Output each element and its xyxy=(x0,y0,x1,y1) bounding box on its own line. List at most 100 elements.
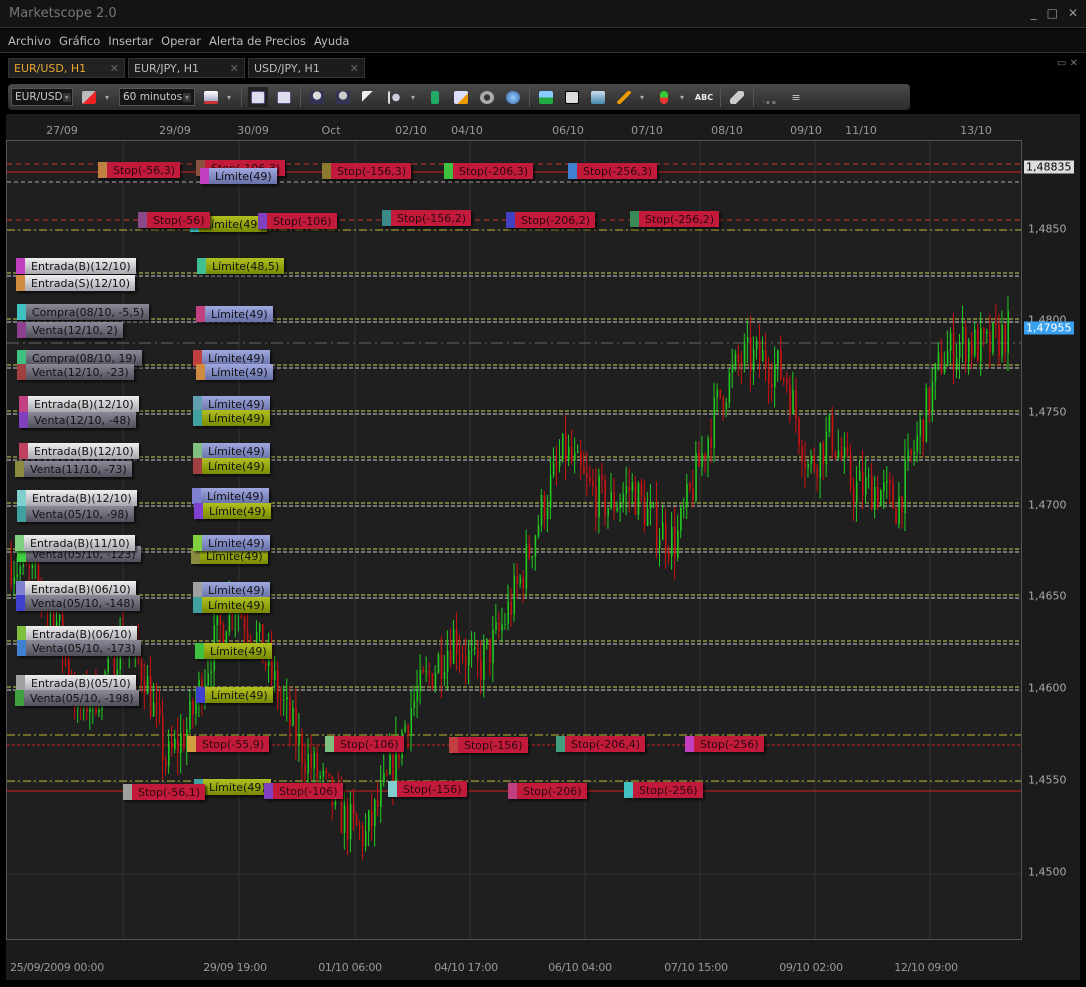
zoom-range-icon[interactable] xyxy=(385,87,405,107)
link-icon[interactable] xyxy=(79,87,99,107)
order-label-pos[interactable]: Venta(05/10, -98) xyxy=(17,506,134,522)
order-label-limb[interactable]: Límite(49) xyxy=(193,582,270,598)
order-label-limb[interactable]: Límite(49) xyxy=(192,488,269,504)
order-label-stop[interactable]: Stop(-156) xyxy=(449,737,528,753)
order-label-ent[interactable]: Entrada(B)(12/10) xyxy=(19,396,139,412)
order-label-ent[interactable]: Entrada(B)(05/10) xyxy=(16,675,136,691)
ask-icon[interactable] xyxy=(274,87,294,107)
add-indicator-icon[interactable] xyxy=(536,87,556,107)
autoscale-icon[interactable] xyxy=(425,87,445,107)
zoom-in-icon[interactable] xyxy=(307,87,327,107)
order-label-ent[interactable]: Entrada(S)(12/10) xyxy=(16,275,136,291)
bid-icon[interactable] xyxy=(248,87,268,107)
order-label-stop[interactable]: Stop(-206) xyxy=(508,783,587,799)
close-tab-icon[interactable]: ✕ xyxy=(350,62,359,75)
chevron-down-icon[interactable]: ▾ xyxy=(227,93,235,102)
zoom-out-icon[interactable] xyxy=(333,87,353,107)
chevron-down-icon[interactable]: ▾ xyxy=(105,93,113,102)
chevron-down-icon[interactable]: ▾ xyxy=(640,93,648,102)
tab-eurjpy[interactable]: EUR/JPY, H1 ✕ xyxy=(128,58,245,78)
hierarchy-icon[interactable] xyxy=(760,87,780,107)
chart-type-icon[interactable] xyxy=(201,87,221,107)
order-label-text: Stop(-156) xyxy=(403,782,462,796)
menu-archivo[interactable]: Archivo xyxy=(8,34,51,48)
order-label-ent[interactable]: Entrada(B)(12/10) xyxy=(17,490,137,506)
menu-grafico[interactable]: Gráfico xyxy=(59,34,100,48)
menu-insertar[interactable]: Insertar xyxy=(108,34,153,48)
timeframe-select[interactable]: 60 minutos ▾ xyxy=(119,88,195,106)
order-label-limg[interactable]: Límite(49) xyxy=(194,503,271,519)
order-label-ent[interactable]: Entrada(B)(12/10) xyxy=(16,258,136,274)
maximize-button[interactable]: □ xyxy=(1047,6,1058,20)
order-label-stop[interactable]: Stop(-206,4) xyxy=(556,736,646,752)
order-label-stop[interactable]: Stop(-156,3) xyxy=(322,163,412,179)
cursor-icon[interactable] xyxy=(359,87,379,107)
order-label-stop[interactable]: Stop(-256,2) xyxy=(630,211,720,227)
order-label-limb[interactable]: Límite(49) xyxy=(193,535,270,551)
menu-alerta-precios[interactable]: Alerta de Precios xyxy=(209,34,306,48)
note-icon[interactable] xyxy=(451,87,471,107)
order-label-stop[interactable]: Stop(-56) xyxy=(138,212,210,228)
order-label-limb[interactable]: Límite(49) xyxy=(193,443,270,459)
time-axis-label: 12/10 09:00 xyxy=(894,961,958,974)
eye-icon[interactable] xyxy=(477,87,497,107)
order-label-pos[interactable]: Venta(05/10, -198) xyxy=(15,690,139,706)
order-label-pos[interactable]: Venta(12/10, -23) xyxy=(17,364,134,380)
order-label-limb[interactable]: Límite(49) xyxy=(196,364,273,380)
menu-ayuda[interactable]: Ayuda xyxy=(314,34,350,48)
minimize-button[interactable]: _ xyxy=(1031,6,1037,20)
order-label-stop[interactable]: Stop(-106) xyxy=(325,736,404,752)
order-label-limg[interactable]: Límite(49) xyxy=(194,779,271,795)
order-label-pos[interactable]: Venta(05/10, -148) xyxy=(16,595,140,611)
tab-eurusd[interactable]: EUR/USD, H1 ✕ xyxy=(8,58,125,78)
price-chart[interactable] xyxy=(6,140,1022,940)
eraser-icon[interactable] xyxy=(727,87,747,107)
order-label-pos[interactable]: Compra(08/10, -5,5) xyxy=(17,304,150,320)
order-label-limg[interactable]: Límite(49) xyxy=(193,597,270,613)
order-label-stop[interactable]: Stop(-55,9) xyxy=(187,736,270,752)
order-label-stop[interactable]: Stop(-106) xyxy=(264,783,343,799)
globe-icon[interactable] xyxy=(503,87,523,107)
signal-icon[interactable] xyxy=(654,87,674,107)
order-label-ent[interactable]: Entrada(B)(11/10) xyxy=(15,535,135,551)
more-options-icon[interactable]: ≡ xyxy=(786,87,806,107)
order-label-pos[interactable]: Venta(12/10, -48) xyxy=(19,412,136,428)
order-label-stop[interactable]: Stop(-106) xyxy=(258,213,337,229)
order-label-limb[interactable]: Límite(49) xyxy=(196,306,273,322)
restore-pane-icon[interactable]: ▭ xyxy=(1057,58,1066,69)
order-label-limg[interactable]: Límite(48,5) xyxy=(197,258,285,274)
close-pane-icon[interactable]: ✕ xyxy=(1070,58,1078,69)
add-text-icon[interactable]: ABC xyxy=(694,87,714,107)
close-tab-icon[interactable]: ✕ xyxy=(230,62,239,75)
order-label-stop[interactable]: Stop(-56,3) xyxy=(98,162,181,178)
order-label-stop[interactable]: Stop(-256) xyxy=(624,782,703,798)
pencil-icon[interactable] xyxy=(614,87,634,107)
order-label-limb[interactable]: Límite(49) xyxy=(200,168,277,184)
menu-operar[interactable]: Operar xyxy=(161,34,201,48)
order-label-stop[interactable]: Stop(-206,2) xyxy=(506,212,596,228)
order-label-text: Límite(49) xyxy=(208,459,265,473)
order-label-stop[interactable]: Stop(-206,3) xyxy=(444,163,534,179)
order-label-limg[interactable]: Límite(49) xyxy=(195,643,272,659)
order-label-stop[interactable]: Stop(-256) xyxy=(685,736,764,752)
order-label-stop[interactable]: Stop(-156,2) xyxy=(382,210,472,226)
chevron-down-icon[interactable]: ▾ xyxy=(411,93,419,102)
order-label-pos[interactable]: Venta(12/10, 2) xyxy=(17,322,123,338)
order-label-stop[interactable]: Stop(-256,3) xyxy=(568,163,658,179)
order-label-limg[interactable]: Límite(49) xyxy=(196,687,273,703)
order-label-pos[interactable]: Venta(05/10, -173) xyxy=(17,640,141,656)
close-button[interactable]: ✕ xyxy=(1068,6,1078,20)
chevron-down-icon[interactable]: ▾ xyxy=(680,93,688,102)
properties-icon[interactable] xyxy=(588,87,608,107)
symbol-select[interactable]: EUR/USD ▾ xyxy=(11,88,73,106)
price-axis-label: 1,4850 xyxy=(1028,222,1067,236)
order-label-ent[interactable]: Entrada(B)(12/10) xyxy=(19,443,139,459)
tab-usdjpy[interactable]: USD/JPY, H1 ✕ xyxy=(248,58,365,78)
order-label-limg[interactable]: Límite(49) xyxy=(193,458,270,474)
text-icon[interactable] xyxy=(562,87,582,107)
order-label-stop[interactable]: Stop(-56,1) xyxy=(123,784,206,800)
order-label-limg[interactable]: Límite(49) xyxy=(193,410,270,426)
close-tab-icon[interactable]: ✕ xyxy=(110,62,119,75)
order-label-pos[interactable]: Venta(11/10, -73) xyxy=(15,461,132,477)
order-label-stop[interactable]: Stop(-156) xyxy=(388,781,467,797)
